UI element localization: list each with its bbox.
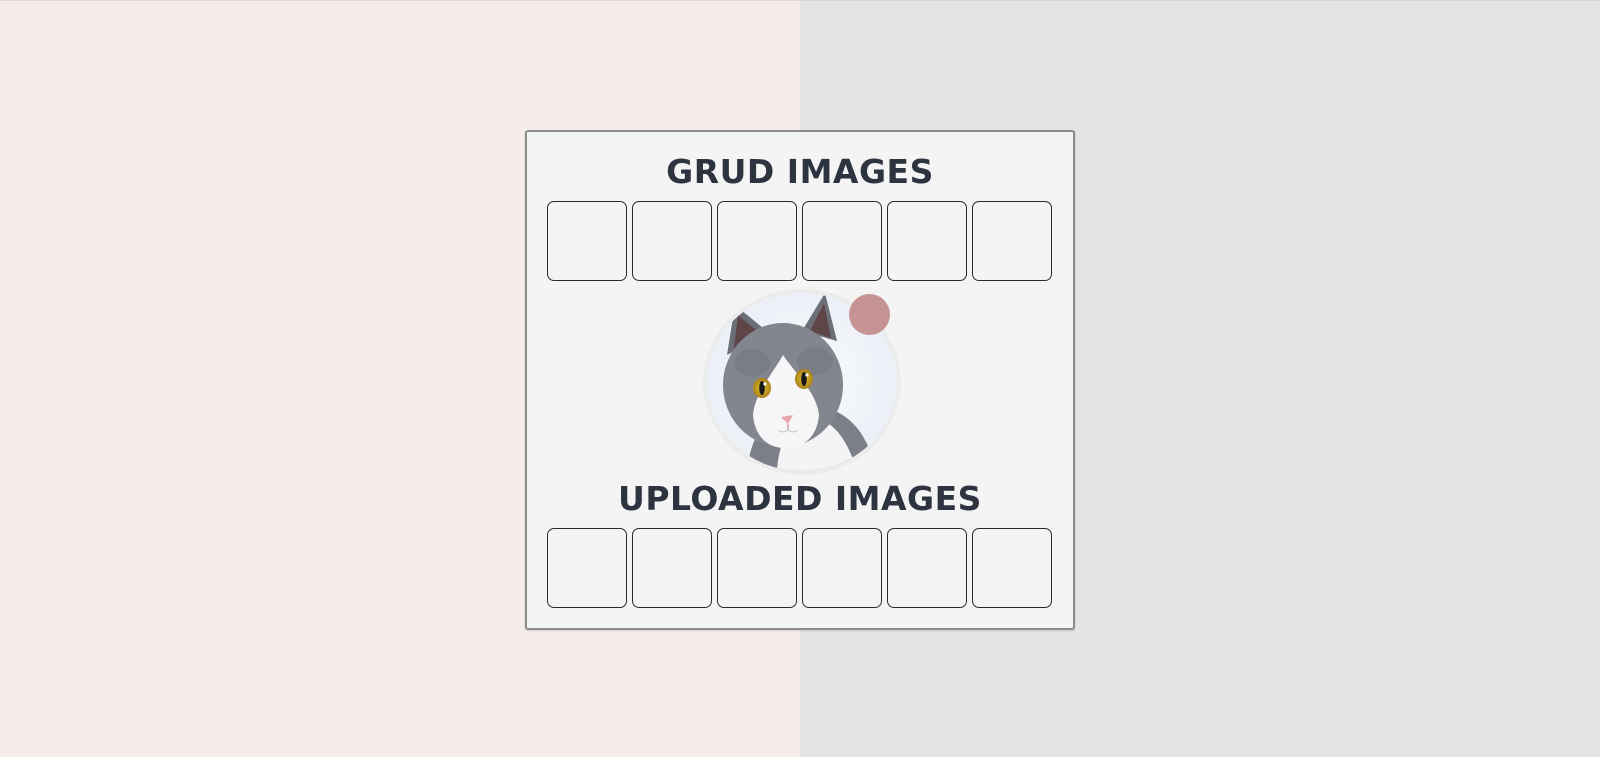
- grud-image-slot-4[interactable]: [802, 201, 882, 281]
- uploaded-image-slot-4[interactable]: [802, 528, 882, 608]
- grud-image-slot-6[interactable]: [972, 201, 1052, 281]
- image-panel: GRUD IMAGES UPLOADED IMAGES: [525, 130, 1075, 630]
- uploaded-image-slot-6[interactable]: [972, 528, 1052, 608]
- uploaded-image-slot-1[interactable]: [547, 528, 627, 608]
- grud-images-title: GRUD IMAGES: [666, 152, 934, 191]
- uploaded-image-slot-2[interactable]: [632, 528, 712, 608]
- grud-image-slot-2[interactable]: [632, 201, 712, 281]
- grud-image-slot-5[interactable]: [887, 201, 967, 281]
- grud-image-slot-1[interactable]: [547, 201, 627, 281]
- uploaded-image-slot-5[interactable]: [887, 528, 967, 608]
- uploaded-images-title: UPLOADED IMAGES: [618, 479, 982, 518]
- upload-button[interactable]: [849, 294, 890, 335]
- grud-image-slot-3[interactable]: [717, 201, 797, 281]
- grud-images-grid: [547, 201, 1052, 281]
- uploaded-images-grid: [547, 528, 1052, 608]
- avatar-container: [703, 289, 903, 475]
- uploaded-image-slot-3[interactable]: [717, 528, 797, 608]
